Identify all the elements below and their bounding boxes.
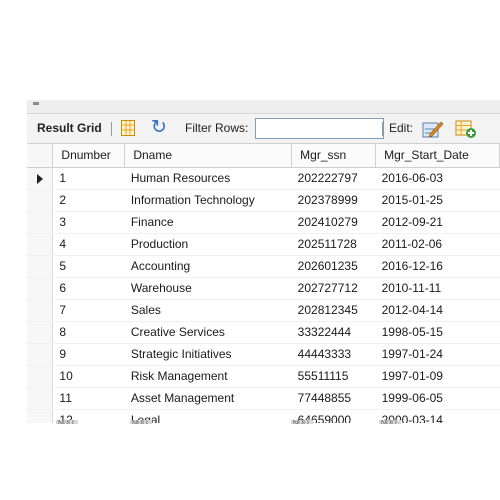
row-marker[interactable]	[27, 167, 54, 190]
cell-dname[interactable]: Information Technology	[124, 189, 292, 212]
row-marker[interactable]	[27, 387, 54, 410]
row-marker[interactable]	[27, 365, 54, 388]
cell-mgr-start-date[interactable]: 2011-02-06	[375, 233, 500, 256]
table-row[interactable]: 11 Asset Management 77448855 1999-06-05	[27, 387, 500, 410]
row-marker[interactable]	[27, 343, 54, 366]
cell-dnumber[interactable]: 2	[52, 189, 125, 212]
cell-mgr-start-date[interactable]: 1998-05-15	[375, 321, 500, 344]
cell-dname[interactable]: Sales	[124, 299, 292, 322]
cell-dnumber[interactable]: 11	[52, 387, 125, 410]
cell-dname[interactable]: Production	[124, 233, 292, 256]
cell-mgr-ssn[interactable]: 202511728	[291, 233, 376, 256]
cell-mgr-start-date[interactable]: 2012-09-21	[375, 211, 500, 234]
cell-dname[interactable]: Warehouse	[124, 277, 292, 300]
column-header-dname[interactable]: Dname	[124, 144, 293, 168]
row-marker[interactable]	[27, 189, 54, 212]
panel-top-strip	[27, 100, 500, 114]
row-marker[interactable]	[27, 277, 54, 300]
cell-dnumber[interactable]: 1	[52, 167, 125, 190]
row-marker-header	[27, 144, 54, 168]
cell-dnumber[interactable]: 10	[52, 365, 125, 388]
cell-mgr-start-date[interactable]: 2012-04-14	[375, 299, 500, 322]
cell-mgr-start-date[interactable]: 1997-01-09	[375, 365, 500, 388]
cell-dnumber[interactable]: 4	[52, 233, 125, 256]
cell-mgr-ssn[interactable]: 202812345	[291, 299, 376, 322]
filter-rows-label: Filter Rows:	[185, 121, 249, 135]
toolbar-separator	[111, 122, 112, 136]
cell-mgr-ssn[interactable]: 55511115	[291, 365, 376, 388]
table-row[interactable]: 6 Warehouse 202727712 2010-11-11	[27, 277, 500, 300]
null-cell[interactable]: NULL	[56, 420, 78, 424]
cell-mgr-start-date[interactable]: 2015-01-25	[375, 189, 500, 212]
cell-mgr-start-date[interactable]: 1997-01-24	[375, 343, 500, 366]
table-row[interactable]: 7 Sales 202812345 2012-04-14	[27, 299, 500, 322]
row-marker[interactable]	[27, 211, 54, 234]
column-header-mgr-ssn[interactable]: Mgr_ssn	[291, 144, 377, 168]
cell-mgr-ssn[interactable]: 202378999	[291, 189, 376, 212]
cell-dnumber[interactable]: 8	[52, 321, 125, 344]
panel-grip[interactable]	[33, 102, 39, 105]
null-cell[interactable]: NULL	[379, 420, 401, 424]
cell-dnumber[interactable]: 5	[52, 255, 125, 278]
cell-dnumber[interactable]: 3	[52, 211, 125, 234]
row-marker[interactable]	[27, 255, 54, 278]
cell-mgr-start-date[interactable]: 2016-06-03	[375, 167, 500, 190]
table-row[interactable]: 8 Creative Services 33322444 1998-05-15	[27, 321, 500, 344]
result-grid-tab[interactable]: Result Grid	[37, 114, 102, 143]
row-marker[interactable]	[27, 299, 54, 322]
row-marker[interactable]	[27, 321, 54, 344]
table-row[interactable]: 5 Accounting 202601235 2016-12-16	[27, 255, 500, 278]
table-row[interactable]: 4 Production 202511728 2011-02-06	[27, 233, 500, 256]
cell-mgr-ssn[interactable]: 202222797	[291, 167, 376, 190]
result-grid-table: Dnumber Dname Mgr_ssn Mgr_Start_Date 1 H…	[27, 144, 500, 423]
cell-dname[interactable]: Finance	[124, 211, 292, 234]
cell-mgr-ssn[interactable]: 77448855	[291, 387, 376, 410]
add-row-icon[interactable]	[455, 119, 477, 139]
cell-mgr-start-date[interactable]: 1999-06-05	[375, 387, 500, 410]
table-row[interactable]: 10 Risk Management 55511115 1997-01-09	[27, 365, 500, 388]
edit-pencil-icon[interactable]	[422, 119, 444, 139]
cell-mgr-ssn[interactable]: 44443333	[291, 343, 376, 366]
cell-dname[interactable]: Human Resources	[124, 167, 292, 190]
cell-dnumber[interactable]: 7	[52, 299, 125, 322]
toolbar-separator	[382, 122, 383, 136]
cell-mgr-start-date[interactable]: 2016-12-16	[375, 255, 500, 278]
current-row-pointer-icon	[36, 173, 43, 184]
table-row[interactable]: 2 Information Technology 202378999 2015-…	[27, 189, 500, 212]
cell-dname[interactable]: Asset Management	[124, 387, 292, 410]
column-header-mgr-start-date[interactable]: Mgr_Start_Date	[375, 144, 500, 168]
table-row[interactable]: 3 Finance 202410279 2012-09-21	[27, 211, 500, 234]
row-marker[interactable]	[27, 233, 54, 256]
refresh-icon[interactable]: ↻	[151, 118, 173, 137]
column-header-dnumber[interactable]: Dnumber	[52, 144, 126, 168]
null-cell[interactable]: NULL	[291, 420, 313, 424]
table-row[interactable]: 1 Human Resources 202222797 2016-06-03	[27, 167, 500, 190]
result-panel: Result Grid ↻ Filter Rows: Edit: Dnumber…	[27, 100, 500, 423]
cell-mgr-ssn[interactable]: 202727712	[291, 277, 376, 300]
cell-dnumber[interactable]: 9	[52, 343, 125, 366]
cell-dname[interactable]: Strategic Initiatives	[124, 343, 292, 366]
null-cell[interactable]: NULL	[130, 420, 152, 424]
filter-rows-input[interactable]	[255, 118, 384, 139]
cell-mgr-ssn[interactable]: 202601235	[291, 255, 376, 278]
column-header-row: Dnumber Dname Mgr_ssn Mgr_Start_Date	[27, 144, 500, 168]
cell-mgr-ssn[interactable]: 202410279	[291, 211, 376, 234]
new-row-placeholder[interactable]: NULL NULL NULL NULL	[27, 420, 500, 424]
cell-mgr-start-date[interactable]: 2010-11-11	[375, 277, 500, 300]
cell-mgr-ssn[interactable]: 33322444	[291, 321, 376, 344]
cell-dnumber[interactable]: 6	[52, 277, 125, 300]
result-toolbar: Result Grid ↻ Filter Rows: Edit:	[27, 114, 500, 144]
grid-view-icon[interactable]	[121, 120, 135, 136]
table-row[interactable]: 9 Strategic Initiatives 44443333 1997-01…	[27, 343, 500, 366]
edit-label: Edit:	[389, 121, 414, 135]
cell-dname[interactable]: Risk Management	[124, 365, 292, 388]
cell-dname[interactable]: Creative Services	[124, 321, 292, 344]
cell-dname[interactable]: Accounting	[124, 255, 292, 278]
